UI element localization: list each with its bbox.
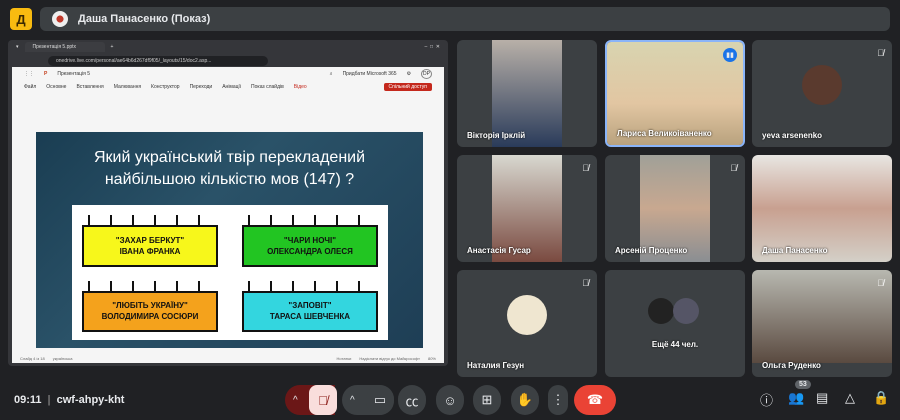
answer-option-2[interactable]: "ЧАРИ НОЧІ" ОЛЕКСАНДРА ОЛЕСЯ — [242, 215, 378, 267]
app-launcher-icon[interactable]: ⋮⋮ — [24, 71, 34, 77]
camera-toggle-button[interactable]: ▭ — [366, 385, 394, 415]
participant-avatar — [673, 297, 700, 324]
presenter-name: Даша Панасенко (Показ) — [78, 13, 211, 25]
slide-question-line2: найбільшою кількістю мов (147) ? — [104, 171, 355, 188]
menu-insert[interactable]: Вставлення — [76, 84, 103, 90]
search-icon[interactable]: ⌕ — [330, 71, 333, 77]
answer-option-1[interactable]: "ЗАХАР БЕРКУТ" ІВАНА ФРАНКА — [82, 215, 218, 267]
option-author: ТАРАСА ШЕВЧЕНКА — [269, 312, 351, 322]
mic-toggle-button[interactable]: 🎙̸ — [309, 385, 337, 415]
browser-tab[interactable]: Презентація 5.pptx — [24, 42, 105, 52]
menu-draw[interactable]: Малювання — [114, 84, 141, 90]
participant-avatar — [648, 297, 674, 324]
participant-tile[interactable]: ▮▮ Лариса Великоіваненко — [605, 40, 745, 147]
zoom-level[interactable]: 80% — [428, 356, 436, 361]
menu-animations[interactable]: Анімації — [222, 84, 241, 90]
slide[interactable]: Який український твір перекладений найбіл… — [36, 132, 423, 348]
menu-design[interactable]: Конструктор — [151, 84, 180, 90]
powerpoint-icon: P — [44, 70, 48, 77]
menu-transitions[interactable]: Переходи — [190, 84, 213, 90]
participant-tile[interactable]: 🎙̸ Анастасія Гусар — [457, 155, 597, 262]
participant-name: Лариса Великоіваненко — [617, 129, 712, 138]
captions-button[interactable]: ㏄ — [398, 385, 426, 415]
presenter-avatar — [52, 11, 68, 27]
mic-off-icon: 🎙̸ — [582, 278, 589, 288]
raise-hand-button[interactable]: ✋ — [511, 385, 539, 415]
host-controls-icon[interactable]: 🔒 — [873, 390, 889, 406]
answer-option-3[interactable]: "ЛЮБІТЬ УКРАЇНУ" ВОЛОДИМИРА СОСЮРИ — [82, 280, 218, 332]
participant-tile[interactable]: Даша Панасенко — [752, 155, 892, 262]
people-count-badge: 53 — [795, 380, 811, 389]
doc-name[interactable]: Презентація 5 — [57, 71, 90, 77]
participant-name: Вікторія Ірклій — [467, 131, 526, 140]
clock: 09:11 — [14, 394, 42, 406]
menu-video[interactable]: Відео — [294, 84, 307, 90]
address-bar[interactable]: onedrive.live.com/personal/ae64b6d267df9… — [48, 55, 268, 66]
participant-name: yeva arsenenko — [762, 131, 823, 140]
option-title: "ЗАПОВІТ" — [288, 301, 332, 311]
participant-tile[interactable]: Вікторія Ірклій — [457, 40, 597, 147]
answer-option-4[interactable]: "ЗАПОВІТ" ТАРАСА ШЕВЧЕНКА — [242, 280, 378, 332]
slide-counter: Слайд 4 із 18 — [20, 356, 45, 361]
speaking-indicator-icon: ▮▮ — [723, 48, 737, 62]
option-title: "ЗАХАР БЕРКУТ" — [115, 235, 185, 245]
buy-microsoft-365[interactable]: Придбати Microsoft 365 — [343, 71, 397, 77]
menu-file[interactable]: Файл — [24, 84, 36, 90]
new-tab-icon[interactable]: + — [111, 44, 114, 50]
reactions-button[interactable]: ☺ — [436, 385, 464, 415]
people-icon[interactable]: 👥 — [788, 390, 804, 406]
present-button[interactable]: ⊞ — [473, 385, 501, 415]
video-feed — [752, 270, 892, 363]
participant-name: Арсеній Проценко — [615, 246, 688, 255]
mic-off-icon: 🎙̸ — [582, 163, 589, 173]
window-controls[interactable]: – □ ✕ — [424, 44, 448, 50]
meeting-info-icon[interactable]: ⓘ — [760, 390, 773, 409]
participant-name: Анастасія Гусар — [467, 246, 531, 255]
participant-name: Ольга Руденко — [762, 361, 821, 370]
powerpoint-online: ⋮⋮ P Презентація 5 ⌕ Придбати Microsoft 365 ⚙… — [12, 67, 444, 363]
leave-call-button[interactable]: ☎ — [574, 385, 616, 415]
participant-tile[interactable]: 🎙̸ Арсеній Проценко — [605, 155, 745, 262]
option-title: "ЧАРИ НОЧІ" — [283, 235, 337, 245]
mic-off-icon: 🎙̸ — [877, 278, 884, 288]
participant-tile[interactable]: 🎙̸ Наталия Гезун — [457, 270, 597, 377]
chat-icon[interactable]: ▤ — [816, 390, 828, 406]
feedback-link[interactable]: Надіслати відгук до Майкрософт — [359, 356, 420, 361]
activities-icon[interactable]: △ — [845, 390, 855, 406]
more-participants-tile[interactable]: Ещё 44 чел. — [605, 270, 745, 377]
user-avatar[interactable]: DP — [421, 68, 432, 79]
tab-list-icon[interactable]: ▾ — [16, 44, 19, 50]
option-author: ІВАНА ФРАНКА — [119, 246, 181, 256]
meeting-code[interactable]: cwf-ahpy-kht — [57, 394, 125, 406]
share-button[interactable]: Спільний доступ — [383, 82, 432, 91]
participant-tile[interactable]: 🎙̸ Ольга Руденко — [752, 270, 892, 377]
screen-share: ▾ Презентація 5.pptx + – □ ✕ onedrive.live.… — [6, 40, 448, 378]
option-author: ОЛЕКСАНДРА ОЛЕСЯ — [267, 246, 353, 256]
notes-button[interactable]: Нотатки — [337, 356, 352, 361]
slide-question-line1: Який український твір перекладений — [93, 149, 366, 166]
more-participants-label: Ещё 44 чел. — [651, 340, 699, 349]
participant-name: Наталия Гезун — [467, 361, 525, 370]
participant-avatar — [507, 294, 547, 335]
menu-slideshow[interactable]: Показ слайдів — [251, 84, 284, 90]
language: українська — [52, 356, 73, 361]
participant-tile[interactable]: 🎙̸ yeva arsenenko — [752, 40, 892, 147]
menu-home[interactable]: Основне — [46, 84, 66, 90]
option-title: "ЛЮБІТЬ УКРАЇНУ" — [112, 301, 188, 311]
option-author: ВОЛОДИМИРА СОСЮРИ — [101, 312, 199, 322]
browser-window: ▾ Презентація 5.pptx + – □ ✕ onedrive.live.… — [8, 40, 448, 366]
presenter-bar[interactable]: Даша Панасенко (Показ) — [40, 7, 890, 31]
participant-name: Даша Панасенко — [762, 246, 828, 255]
settings-icon[interactable]: ⚙ — [407, 71, 411, 77]
participant-avatar — [802, 64, 842, 105]
mic-off-icon: 🎙̸ — [877, 48, 884, 58]
mic-off-icon: 🎙̸ — [730, 163, 737, 173]
more-options-button[interactable]: ⋮ — [548, 385, 568, 415]
meet-logo: Д — [10, 8, 32, 30]
